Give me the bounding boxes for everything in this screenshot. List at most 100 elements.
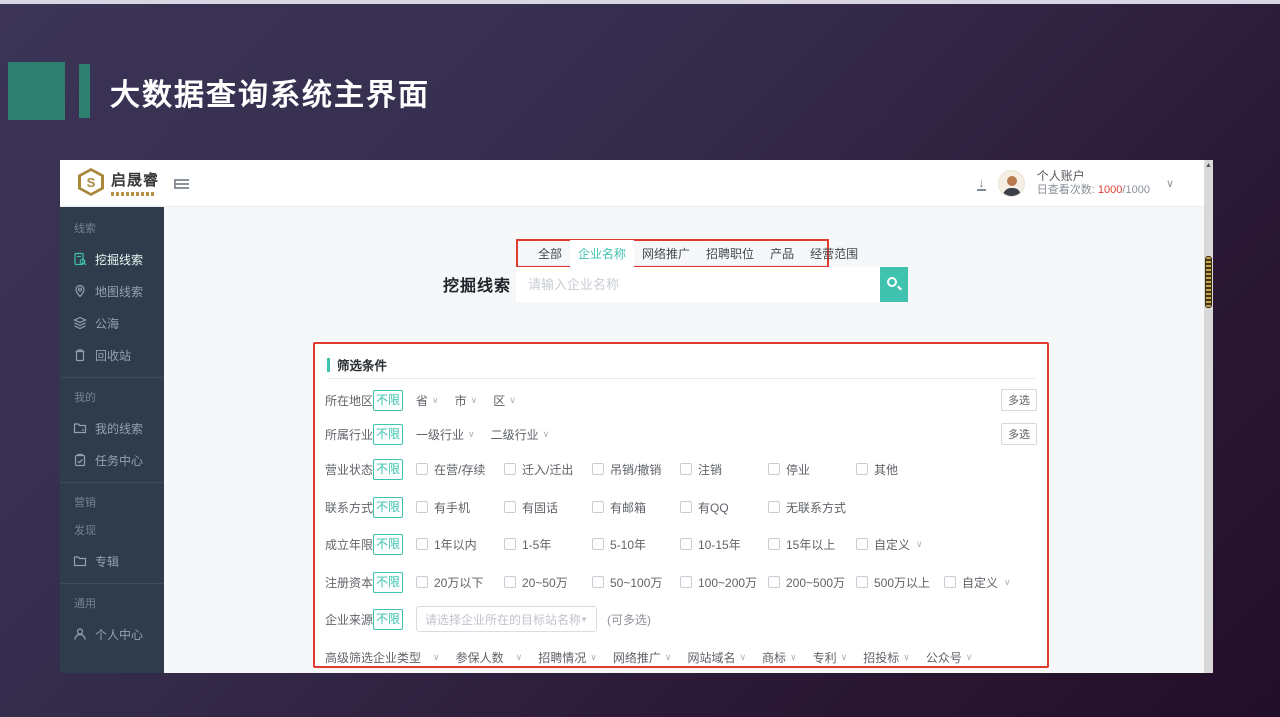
- checkbox[interactable]: [592, 463, 604, 475]
- patent-dropdown[interactable]: 专利 ∨: [813, 649, 848, 666]
- bidding-dropdown[interactable]: 招投标 ∨: [863, 649, 910, 666]
- download-icon[interactable]: ↓: [977, 176, 986, 191]
- checkbox[interactable]: [592, 538, 604, 550]
- sidebar-item-public-sea[interactable]: 公海: [60, 307, 164, 339]
- official-account-dropdown[interactable]: 公众号 ∨: [926, 649, 973, 666]
- multi-select-button[interactable]: 多选: [1001, 389, 1037, 411]
- unlimited-button[interactable]: 不限: [373, 608, 403, 630]
- vertical-scrollbar[interactable]: ▲: [1204, 160, 1213, 673]
- custom-option[interactable]: 自定义 ∨: [944, 574, 1032, 591]
- industry-level2-dropdown[interactable]: 二级行业 ∨: [491, 426, 550, 443]
- checkbox[interactable]: [680, 463, 692, 475]
- checkbox[interactable]: [856, 538, 868, 550]
- avatar[interactable]: [997, 170, 1025, 197]
- scrollbar-thumb[interactable]: [1205, 256, 1212, 308]
- insured-count-dropdown[interactable]: 参保人数 ∨: [456, 649, 523, 666]
- tab-company-name[interactable]: 企业名称: [570, 239, 635, 267]
- checkbox[interactable]: [944, 576, 956, 588]
- layers-icon: [73, 316, 87, 330]
- industry-level1-dropdown[interactable]: 一级行业 ∨: [416, 426, 475, 443]
- checkbox[interactable]: [504, 576, 516, 588]
- checkbox[interactable]: [768, 576, 780, 588]
- sidebar-item-label: 公海: [95, 316, 120, 331]
- checkbox-option[interactable]: 其他: [856, 461, 944, 478]
- sidebar-item-task-center[interactable]: 任务中心: [60, 444, 164, 476]
- checkbox-option[interactable]: 无联系方式: [768, 499, 856, 516]
- search-button[interactable]: [880, 267, 908, 302]
- checkbox[interactable]: [504, 463, 516, 475]
- city-dropdown[interactable]: 市 ∨: [455, 392, 478, 409]
- checkbox[interactable]: [856, 463, 868, 475]
- tab-job-postings[interactable]: 招聘职位: [698, 240, 762, 267]
- multi-select-button[interactable]: 多选: [1001, 423, 1037, 445]
- tab-web-promotion[interactable]: 网络推广: [634, 240, 698, 267]
- checkbox-option[interactable]: 500万以上: [856, 574, 944, 591]
- brand-logo[interactable]: S 启晟睿: [78, 168, 159, 196]
- checkbox-option[interactable]: 注销: [680, 461, 768, 478]
- chevron-down-icon[interactable]: ∨: [1166, 177, 1174, 190]
- checkbox-option[interactable]: 1年以内: [416, 536, 504, 553]
- checkbox-option[interactable]: 15年以上: [768, 536, 856, 553]
- search-input[interactable]: [516, 267, 880, 302]
- unlimited-button[interactable]: 不限: [373, 458, 403, 480]
- checkbox-option[interactable]: 20万以下: [416, 574, 504, 591]
- checkbox-option[interactable]: 10-15年: [680, 536, 768, 553]
- source-site-select[interactable]: 请选择企业所在的目标站名称 ▼: [416, 606, 597, 632]
- sidebar-collapse-icon[interactable]: [174, 179, 189, 189]
- checkbox[interactable]: [680, 538, 692, 550]
- checkbox-option[interactable]: 有手机: [416, 499, 504, 516]
- checkbox-option[interactable]: 在营/存续: [416, 461, 504, 478]
- district-dropdown[interactable]: 区 ∨: [493, 392, 516, 409]
- checkbox[interactable]: [416, 463, 428, 475]
- sidebar-item-albums[interactable]: 专辑: [60, 545, 164, 577]
- checkbox[interactable]: [856, 576, 868, 588]
- checkbox[interactable]: [592, 576, 604, 588]
- sidebar-item-recycle-bin[interactable]: 回收站: [60, 339, 164, 371]
- checkbox[interactable]: [504, 501, 516, 513]
- province-dropdown[interactable]: 省 ∨: [416, 392, 439, 409]
- checkbox-option[interactable]: 1-5年: [504, 536, 592, 553]
- checkbox[interactable]: [768, 463, 780, 475]
- checkbox[interactable]: [416, 538, 428, 550]
- checkbox[interactable]: [768, 501, 780, 513]
- account-info[interactable]: 个人账户 日查看次数: 1000/1000: [1037, 169, 1150, 198]
- web-promo-dropdown[interactable]: 网络推广 ∨: [613, 649, 672, 666]
- sidebar-item-map-clues[interactable]: 地图线索: [60, 275, 164, 307]
- checkbox[interactable]: [416, 576, 428, 588]
- tab-all[interactable]: 全部: [530, 240, 570, 267]
- title-decor-bar: [79, 64, 90, 118]
- company-type-dropdown[interactable]: 企业类型 ∨: [373, 649, 440, 666]
- unlimited-button[interactable]: 不限: [373, 533, 403, 555]
- unlimited-button[interactable]: 不限: [373, 423, 403, 445]
- checkbox-option[interactable]: 20~50万: [504, 574, 592, 591]
- tab-business-scope[interactable]: 经营范围: [802, 240, 866, 267]
- checkbox-option[interactable]: 100~200万: [680, 574, 768, 591]
- unlimited-button[interactable]: 不限: [373, 571, 403, 593]
- checkbox[interactable]: [680, 576, 692, 588]
- tab-product[interactable]: 产品: [762, 240, 802, 267]
- checkbox[interactable]: [592, 501, 604, 513]
- checkbox-option[interactable]: 吊销/撤销: [592, 461, 680, 478]
- trademark-dropdown[interactable]: 商标 ∨: [762, 649, 797, 666]
- unlimited-button[interactable]: 不限: [373, 496, 403, 518]
- checkbox-option[interactable]: 迁入/迁出: [504, 461, 592, 478]
- checkbox[interactable]: [680, 501, 692, 513]
- checkbox-option[interactable]: 有固话: [504, 499, 592, 516]
- checkbox-option[interactable]: 停业: [768, 461, 856, 478]
- scroll-up-arrow[interactable]: ▲: [1204, 160, 1213, 172]
- checkbox-option[interactable]: 200~500万: [768, 574, 856, 591]
- custom-option[interactable]: 自定义 ∨: [856, 536, 944, 553]
- checkbox[interactable]: [768, 538, 780, 550]
- checkbox-option[interactable]: 5-10年: [592, 536, 680, 553]
- recruitment-dropdown[interactable]: 招聘情况 ∨: [538, 649, 597, 666]
- unlimited-button[interactable]: 不限: [373, 389, 403, 411]
- sidebar-item-my-clues[interactable]: 我的线索: [60, 412, 164, 444]
- checkbox-option[interactable]: 50~100万: [592, 574, 680, 591]
- checkbox[interactable]: [416, 501, 428, 513]
- sidebar-item-personal-center[interactable]: 个人中心: [60, 618, 164, 650]
- checkbox[interactable]: [504, 538, 516, 550]
- sidebar-item-mine-clues[interactable]: 挖掘线索: [60, 243, 164, 275]
- domain-dropdown[interactable]: 网站域名 ∨: [687, 649, 746, 666]
- checkbox-option[interactable]: 有QQ: [680, 499, 768, 516]
- checkbox-option[interactable]: 有邮箱: [592, 499, 680, 516]
